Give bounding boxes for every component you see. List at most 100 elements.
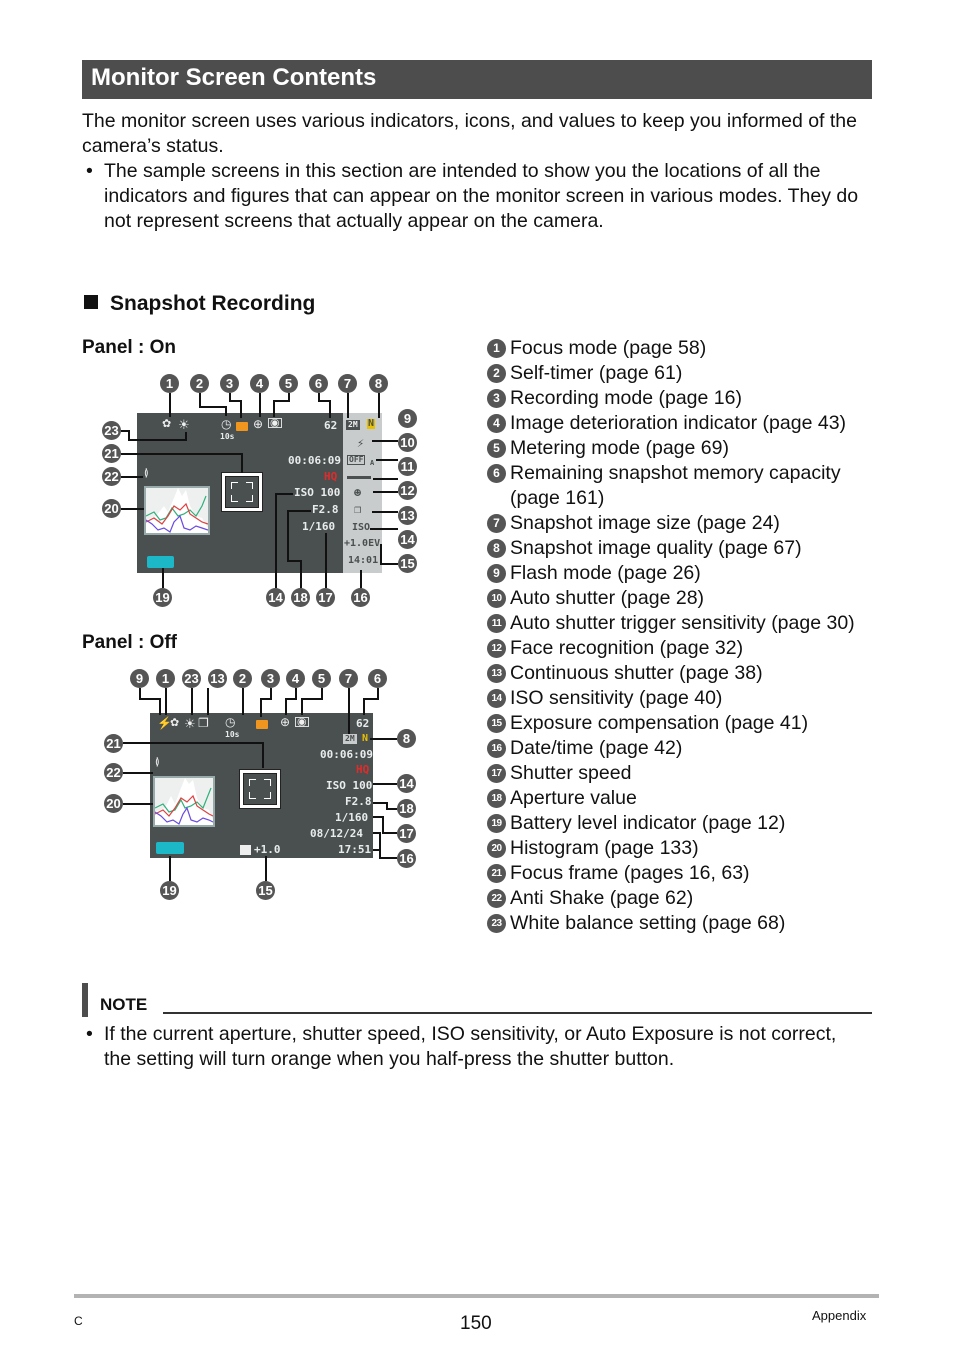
aperture-value: F2.8 (345, 795, 372, 808)
callout-number-icon: 1 (487, 339, 506, 358)
callout-23: 23 (102, 421, 121, 440)
leader-line (301, 698, 323, 700)
leader-line (199, 406, 225, 408)
legend-item-text: Battery level indicator (page 12) (510, 812, 786, 834)
auto-shutter-badge: OFF (347, 455, 366, 465)
note-text: If the current aperture, shutter speed, … (104, 1023, 837, 1070)
legend-item: 6 Remaining snapshot memory capacity (pag… (486, 461, 886, 511)
note-label: NOTE (100, 995, 148, 1014)
leader-line (260, 698, 262, 717)
callout-number-icon: 13 (487, 664, 506, 683)
legend-item-text: Date/time (page 42) (510, 737, 683, 759)
anti-shake-icon: ≬ (144, 468, 149, 479)
bullet-dot: • (86, 1023, 93, 1045)
legend-item-text: ISO sensitivity (page 40) (510, 687, 723, 709)
callout-13: 13 (208, 669, 227, 688)
section-heading-text: Snapshot Recording (110, 292, 316, 315)
callout-number-icon: 10 (487, 589, 506, 608)
leader-line (285, 698, 287, 715)
focus-corner (246, 482, 253, 489)
callout-14: 14 (398, 530, 417, 549)
callout-number-icon: 6 (487, 464, 506, 483)
legend-item-text: Focus frame (pages 16, 63) (510, 862, 750, 884)
metering-mode-icon: ◉ (268, 417, 282, 429)
panel-off-diagram: ⚡ ✿ ☀ ❐ ◷ 10s ⊕ ◉ 62 2M N 00:06:09 HQ IS… (80, 660, 440, 910)
leader-line (139, 698, 160, 700)
time-value: 14:01 (348, 555, 379, 566)
callout-number-icon: 7 (487, 514, 506, 533)
note-marker (82, 983, 88, 1017)
leader-line (121, 508, 144, 510)
leader-line (265, 856, 267, 881)
legend-item: 13 Continuous shutter (page 38) (486, 661, 886, 686)
leader-line (301, 698, 303, 715)
legend-item: 1 Focus mode (page 58) (486, 336, 886, 361)
image-size-badge: 2M (346, 420, 360, 430)
white-balance-sun-icon: ☀ (184, 716, 196, 731)
callout-7: 7 (339, 669, 358, 688)
callout-13: 13 (398, 506, 417, 525)
section-title-bar: Monitor Screen Contents (82, 60, 872, 99)
callout-number-icon: 9 (487, 564, 506, 583)
histogram (153, 776, 215, 827)
legend-item-text: Metering mode (page 69) (510, 437, 729, 459)
legend-item: 5 Metering mode (page 69) (486, 436, 886, 461)
legend-item: 7 Snapshot image size (page 24) (486, 511, 886, 536)
callout-number-icon: 23 (487, 914, 506, 933)
callout-number-icon: 4 (487, 414, 506, 433)
histogram (144, 486, 210, 535)
legend-item: 19 Battery level indicator (page 12) (486, 811, 886, 836)
legend-item-text: Snapshot image size (page 24) (510, 512, 780, 534)
legend-item-text: Snapshot image quality (page 67) (510, 537, 802, 559)
iso-value: ISO 100 (326, 779, 373, 792)
leader-line (348, 688, 350, 734)
legend-item-text: Anti Shake (page 62) (510, 887, 694, 909)
focus-corner (264, 779, 271, 786)
callout-18: 18 (291, 588, 310, 607)
callout-22: 22 (102, 467, 121, 486)
callout-19: 19 (153, 588, 172, 607)
bullet-dot: • (86, 160, 93, 182)
remaining-capacity: 62 (356, 717, 370, 730)
legend-item: 17 Shutter speed (486, 761, 886, 786)
callout-12: 12 (398, 481, 417, 500)
leader-line (379, 857, 397, 859)
flash-mode-icon: ⚡ (357, 436, 365, 450)
leader-line (300, 560, 302, 588)
leader-line (121, 453, 242, 455)
leader-line (273, 400, 290, 402)
callout-21: 21 (102, 444, 121, 463)
image-quality-badge: N (362, 733, 369, 744)
exposure-compensation-value: +1.0 (254, 843, 281, 856)
leader-line (363, 698, 365, 715)
legend-item: 15 Exposure compensation (page 41) (486, 711, 886, 736)
callout-14: 14 (266, 588, 285, 607)
leader-line (373, 478, 398, 480)
callout-number-icon: 5 (487, 439, 506, 458)
legend-item: 22 Anti Shake (page 62) (486, 886, 886, 911)
battery-level-icon (147, 556, 174, 568)
anti-shake-icon: ≬ (155, 757, 160, 768)
callout-number-icon: 16 (487, 739, 506, 758)
leader-line (121, 476, 143, 478)
leader-line (159, 698, 161, 715)
callout-10: 10 (398, 433, 417, 452)
callout-number-icon: 18 (487, 789, 506, 808)
leader-line (241, 453, 243, 473)
callout-4: 4 (286, 669, 305, 688)
legend-item-text: Recording mode (page 16) (510, 387, 742, 409)
legend-item: 14 ISO sensitivity (page 40) (486, 686, 886, 711)
legend-item-text: Exposure compensation (page 41) (510, 712, 809, 734)
leader-line (185, 432, 187, 441)
callout-number-icon: 11 (487, 614, 506, 633)
callout-23: 23 (182, 669, 201, 688)
iso-value: ISO 100 (294, 486, 341, 499)
image-quality-badge: N (367, 418, 376, 429)
leader-line (242, 688, 244, 715)
movie-quality: HQ (324, 470, 338, 483)
panel-on-diagram: ✿ ☀ ◷ 10s ⊕ ◉ 62 2M N ⚡ OFF A ☻ ❐ ISO +1… (80, 360, 440, 620)
callout-4: 4 (250, 374, 269, 393)
callout-15: 15 (256, 881, 275, 900)
callout-number-icon: 14 (487, 689, 506, 708)
auto-shutter-sub: A (370, 459, 375, 467)
